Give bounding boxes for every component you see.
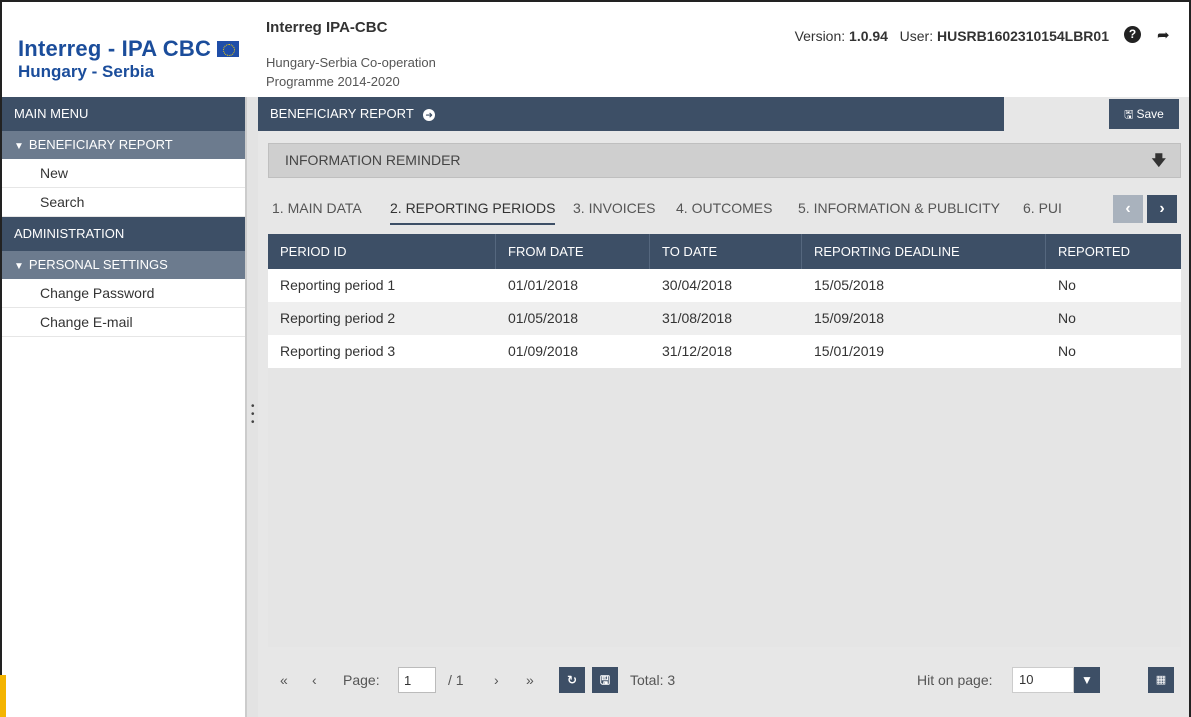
cell-reported: No: [1058, 343, 1076, 359]
cell-reporting-deadline: 15/09/2018: [814, 310, 885, 326]
arrow-right-circle-icon[interactable]: ➜: [423, 109, 436, 121]
cell-reported: No: [1058, 310, 1076, 326]
page-label: Page:: [343, 672, 380, 688]
user-label: User:: [899, 28, 934, 44]
table-row[interactable]: Reporting period 3 01/09/2018 31/12/2018…: [268, 335, 1181, 368]
version-value: 1.0.94: [849, 28, 888, 44]
sidebar-group-label: BENEFICIARY REPORT: [28, 137, 173, 152]
page-count: / 1: [448, 672, 464, 688]
floppy-disk-icon: 🖫: [1124, 109, 1134, 121]
tab-main-data[interactable]: 1. MAIN DATA: [272, 195, 362, 225]
sidebar-item-new[interactable]: New: [2, 159, 245, 188]
cell-reporting-deadline: 15/01/2019: [814, 343, 885, 359]
column-header-from-date[interactable]: FROM DATE: [496, 234, 650, 269]
content-panel: INFORMATION REMINDER 🡇 1. MAIN DATA 2. R…: [268, 143, 1181, 717]
tab-pui[interactable]: 6. PUI: [1023, 195, 1067, 225]
logo-line2: Hungary - Serbia: [18, 62, 155, 81]
arrow-down-icon[interactable]: 🡇: [1152, 144, 1166, 177]
eu-flag-icon: [217, 41, 240, 57]
cell-from-date: 01/01/2018: [508, 277, 579, 293]
table-row[interactable]: Reporting period 2 01/05/2018 31/08/2018…: [268, 302, 1181, 335]
sidebar-group-label: PERSONAL SETTINGS: [28, 257, 168, 272]
help-icon[interactable]: ?: [1124, 26, 1141, 43]
program-title: Interreg IPA-CBC: [266, 19, 388, 36]
administration-header: ADMINISTRATION: [2, 217, 245, 251]
tab-information-publicity[interactable]: 5. INFORMATION & PUBLICITY: [798, 195, 1000, 225]
save-label: Save: [1136, 107, 1164, 121]
section-title-bar: BENEFICIARY REPORT ➜: [258, 97, 1004, 131]
tab-invoices[interactable]: 3. INVOICES: [573, 195, 655, 225]
main-menu-header: MAIN MENU: [2, 97, 245, 131]
cell-from-date: 01/05/2018: [508, 310, 579, 326]
logo-line1-text: Interreg - IPA CBC: [18, 36, 212, 61]
tab-prev-button[interactable]: ‹: [1113, 195, 1143, 223]
table-header: PERIOD ID FROM DATE TO DATE REPORTING DE…: [268, 234, 1181, 269]
refresh-icon[interactable]: ↻: [559, 667, 585, 693]
drag-handle-icon: • • •: [251, 401, 255, 428]
logo-line1: Interreg - IPA CBC: [18, 36, 258, 62]
column-header-period-id[interactable]: PERIOD ID: [268, 234, 496, 269]
information-reminder-panel[interactable]: INFORMATION REMINDER 🡇: [268, 143, 1181, 178]
table-row[interactable]: Reporting period 1 01/01/2018 30/04/2018…: [268, 269, 1181, 302]
cell-period-id: Reporting period 2: [280, 310, 396, 326]
column-header-reporting-deadline[interactable]: REPORTING DEADLINE: [802, 234, 1046, 269]
user-value: HUSRB1602310154LBR01: [937, 28, 1109, 44]
cell-to-date: 30/04/2018: [662, 277, 733, 293]
cell-reporting-deadline: 15/05/2018: [814, 277, 885, 293]
chevron-down-icon[interactable]: ▼: [1074, 667, 1100, 693]
first-page-button[interactable]: «: [280, 672, 288, 688]
information-reminder-label: INFORMATION REMINDER: [285, 152, 461, 168]
column-header-to-date[interactable]: TO DATE: [650, 234, 802, 269]
total-count: Total: 3: [630, 672, 676, 688]
tab-outcomes[interactable]: 4. OUTCOMES: [676, 195, 772, 225]
program-subtitle: Hungary-Serbia Co-operation Programme 20…: [266, 55, 436, 89]
tab-next-button[interactable]: ›: [1147, 195, 1177, 223]
sidebar: MAIN MENU ▼ BENEFICIARY REPORT New Search…: [2, 97, 246, 717]
column-header-reported[interactable]: REPORTED: [1046, 234, 1181, 269]
sidebar-item-change-password[interactable]: Change Password: [2, 279, 245, 308]
last-page-button[interactable]: »: [526, 672, 534, 688]
logo: Interreg - IPA CBC Hungary - Serbia: [18, 36, 258, 82]
hit-on-page-select[interactable]: 10: [1012, 667, 1074, 693]
floppy-disk-icon[interactable]: 🖫: [592, 667, 618, 693]
reporting-periods-table: PERIOD ID FROM DATE TO DATE REPORTING DE…: [268, 234, 1181, 647]
cell-from-date: 01/09/2018: [508, 343, 579, 359]
yellow-corner-decoration: [0, 675, 6, 717]
version-user-info: Version: 1.0.94 User: HUSRB1602310154LBR…: [795, 28, 1109, 44]
sidebar-item-change-email[interactable]: Change E-mail: [2, 308, 245, 337]
next-page-button[interactable]: ›: [494, 672, 499, 688]
logout-icon[interactable]: ➦: [1157, 26, 1175, 44]
main-content: BENEFICIARY REPORT ➜ 🖫 Save INFORMATION R…: [258, 97, 1189, 717]
prev-page-button[interactable]: ‹: [312, 672, 317, 688]
tab-bar: 1. MAIN DATA 2. REPORTING PERIODS 3. INV…: [268, 195, 1181, 229]
sidebar-splitter[interactable]: • • •: [246, 97, 258, 717]
cell-period-id: Reporting period 1: [280, 277, 396, 293]
caret-down-icon: ▼: [14, 261, 24, 272]
sidebar-group-personal-settings[interactable]: ▼ PERSONAL SETTINGS: [2, 251, 245, 279]
cell-to-date: 31/12/2018: [662, 343, 733, 359]
hit-on-page-label: Hit on page:: [917, 672, 993, 688]
app-header: Interreg - IPA CBC Hungary - Serbia Inte…: [2, 2, 1189, 97]
sidebar-item-search[interactable]: Search: [2, 188, 245, 217]
cell-period-id: Reporting period 3: [280, 343, 396, 359]
page-number-input[interactable]: [398, 667, 436, 693]
cell-reported: No: [1058, 277, 1076, 293]
version-label: Version:: [794, 28, 846, 44]
cell-to-date: 31/08/2018: [662, 310, 733, 326]
sidebar-group-beneficiary-report[interactable]: ▼ BENEFICIARY REPORT: [2, 131, 245, 159]
pager: « ‹ Page: / 1 › » ↻ 🖫 Total: 3 Hit on pa…: [268, 655, 1181, 705]
tab-reporting-periods[interactable]: 2. REPORTING PERIODS: [390, 195, 556, 225]
export-excel-icon[interactable]: ▦: [1148, 667, 1174, 693]
section-title: BENEFICIARY REPORT: [270, 106, 414, 121]
caret-down-icon: ▼: [14, 141, 24, 152]
save-button[interactable]: 🖫 Save: [1109, 99, 1179, 129]
